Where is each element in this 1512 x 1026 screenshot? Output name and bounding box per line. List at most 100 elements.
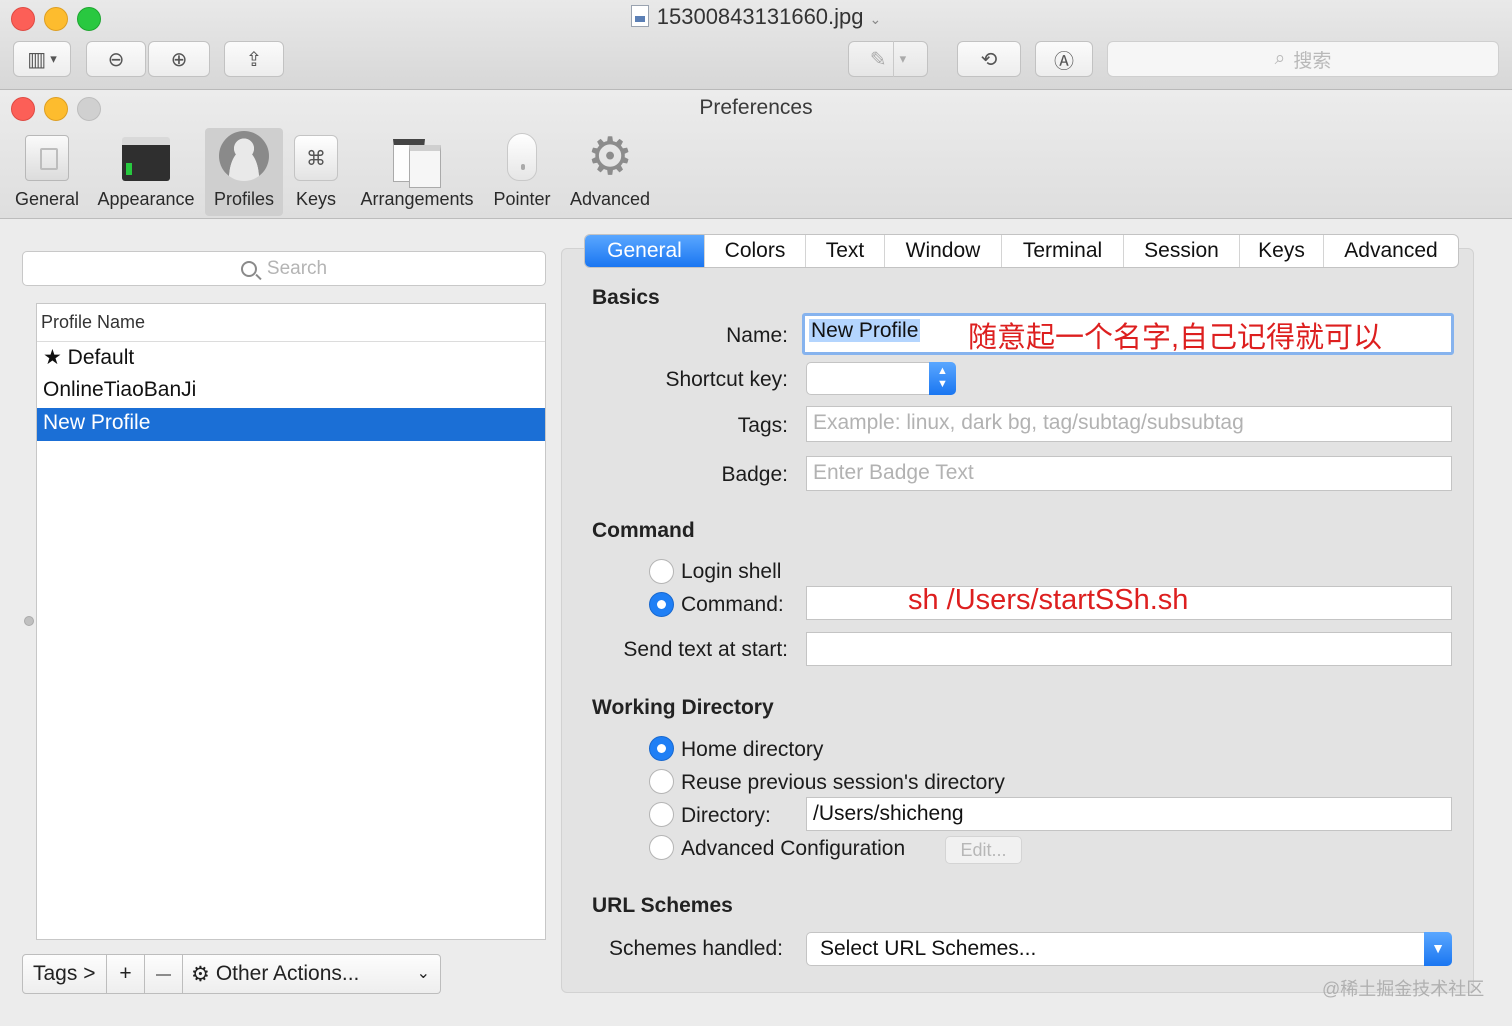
directory-label: Directory:	[681, 804, 771, 827]
reuse-directory-label: Reuse previous session's directory	[681, 771, 1005, 794]
tab-text[interactable]: Text	[805, 235, 884, 267]
pref-tab-label: Profiles	[213, 189, 275, 209]
image-file-icon	[630, 5, 649, 27]
tab-colors[interactable]: Colors	[704, 235, 805, 267]
tab-general[interactable]: General	[585, 235, 704, 267]
reuse-directory-radio[interactable]	[649, 769, 674, 794]
schemes-handled-label: Schemes handled:	[609, 937, 783, 960]
profile-name-value: New Profile	[809, 319, 921, 342]
command-label: Command:	[681, 593, 784, 616]
basics-heading: Basics	[592, 286, 660, 309]
command-radio[interactable]	[649, 592, 674, 617]
search-icon	[240, 260, 257, 277]
pref-tab-label: Appearance	[97, 189, 195, 209]
preview-search-placeholder: 搜索	[1293, 50, 1332, 72]
split-view-handle[interactable]	[24, 616, 34, 626]
edit-button[interactable]: Edit...	[945, 836, 1022, 864]
chevron-down-icon: ⌄	[416, 965, 430, 982]
profile-settings-tabs: General Colors Text Window Terminal Sess…	[584, 234, 1459, 268]
document-title[interactable]: 15300843131660.jpg ⌄	[0, 4, 1512, 30]
tab-terminal[interactable]: Terminal	[1001, 235, 1123, 267]
profile-name-column-header[interactable]: Profile Name	[37, 304, 545, 342]
command-heading: Command	[592, 519, 695, 542]
tab-keys[interactable]: Keys	[1239, 235, 1323, 267]
directory-input[interactable]: /Users/shicheng	[806, 797, 1452, 831]
login-shell-label: Login shell	[681, 560, 782, 583]
chevron-down-icon: ⌄	[869, 11, 882, 27]
add-profile-button[interactable]: +	[107, 954, 145, 994]
directory-radio[interactable]	[649, 802, 674, 827]
tab-window[interactable]: Window	[884, 235, 1001, 267]
pref-tab-advanced[interactable]: ⚙ Advanced	[562, 128, 658, 216]
url-schemes-select[interactable]: Select URL Schemes... ▼	[806, 932, 1452, 966]
gear-icon: ⚙	[586, 128, 634, 186]
preferences-title: Preferences	[699, 96, 813, 119]
profile-row-new-profile[interactable]: New Profile	[37, 408, 545, 441]
shortcut-key-select[interactable]: ▲ ▼	[806, 362, 956, 395]
profile-row-onlinetiaobanji[interactable]: OnlineTiaoBanJi	[37, 375, 545, 408]
up-down-stepper-icon: ▲ ▼	[929, 362, 956, 395]
profile-settings-panel	[561, 248, 1474, 993]
profile-search-input[interactable]: Search	[22, 251, 546, 286]
badge-label: Badge:	[721, 463, 788, 486]
sidebar-toggle-button[interactable]: ▥ ▾	[13, 41, 71, 77]
tags-input[interactable]: Example: linux, dark bg, tag/subtag/subs…	[806, 406, 1452, 442]
general-switch-icon	[25, 135, 69, 181]
markup-pen-button[interactable]: ✎ ▾	[848, 41, 928, 77]
pref-tab-label: Arrangements	[360, 189, 474, 209]
terminal-window-icon	[122, 137, 170, 181]
zoom-in-icon: ⊕	[170, 48, 188, 71]
remove-profile-button[interactable]: —	[145, 954, 183, 994]
shortcut-key-label: Shortcut key:	[665, 368, 788, 391]
tags-label: Tags:	[737, 414, 788, 437]
pref-tab-keys[interactable]: ⌘ Keys	[286, 128, 346, 216]
other-actions-menu[interactable]: ⚙ Other Actions... ⌄	[183, 954, 441, 994]
badge-input[interactable]: Enter Badge Text	[806, 456, 1452, 491]
zoom-in-button[interactable]: ⊕	[148, 41, 210, 77]
share-icon: ⇪	[245, 48, 263, 71]
url-schemes-heading: URL Schemes	[592, 894, 733, 917]
pref-tab-label: General	[14, 189, 80, 209]
send-text-label: Send text at start:	[623, 638, 788, 661]
pref-tab-appearance[interactable]: Appearance	[90, 128, 202, 216]
other-actions-label: Other Actions...	[215, 962, 360, 985]
tab-session[interactable]: Session	[1123, 235, 1239, 267]
zoom-out-button[interactable]: ⊖	[86, 41, 146, 77]
pref-tab-profiles[interactable]: Profiles	[205, 128, 283, 216]
home-directory-label: Home directory	[681, 738, 824, 761]
pref-tab-pointer[interactable]: Pointer	[487, 128, 557, 216]
document-title-text: 15300843131660.jpg	[656, 4, 864, 29]
pen-icon: ✎	[869, 48, 887, 71]
home-directory-radio[interactable]	[649, 736, 674, 761]
profile-list: Profile Name ★ Default OnlineTiaoBanJi N…	[36, 303, 546, 940]
window-arrangement-icon	[393, 135, 441, 188]
chevron-down-icon: ▾	[50, 51, 57, 66]
pref-tab-arrangements[interactable]: Arrangements	[352, 128, 482, 216]
chevron-down-icon: ▼	[1424, 932, 1452, 966]
tags-toggle-button[interactable]: Tags >	[22, 954, 107, 994]
send-text-input[interactable]	[806, 632, 1452, 666]
profile-search-placeholder: Search	[266, 257, 328, 279]
share-button[interactable]: ⇪	[224, 41, 284, 77]
zoom-out-icon: ⊖	[107, 48, 125, 71]
markup-button[interactable]: Ⓐ	[1035, 41, 1093, 77]
command-key-icon: ⌘	[294, 135, 338, 181]
pref-tab-label: Pointer	[493, 189, 551, 209]
working-directory-heading: Working Directory	[592, 696, 774, 719]
gear-icon: ⚙	[191, 962, 210, 986]
login-shell-radio[interactable]	[649, 559, 674, 584]
pref-tab-label: Advanced	[569, 189, 651, 209]
name-label: Name:	[726, 324, 788, 347]
pref-tab-label: Keys	[295, 189, 337, 209]
tab-advanced[interactable]: Advanced	[1323, 235, 1458, 267]
advanced-configuration-radio[interactable]	[649, 835, 674, 860]
search-icon: ⌕	[1274, 48, 1286, 69]
url-schemes-value: Select URL Schemes...	[820, 937, 1037, 960]
pref-tab-general[interactable]: General	[8, 128, 86, 216]
rotate-button[interactable]: ⟲	[957, 41, 1021, 77]
watermark: @稀土掘金技术社区	[1322, 979, 1485, 999]
rotate-icon: ⟲	[980, 48, 998, 71]
sidebar-icon: ▥	[27, 48, 47, 71]
preview-search-field[interactable]: ⌕ 搜索	[1107, 41, 1499, 77]
profile-row-default[interactable]: ★ Default	[37, 342, 545, 375]
